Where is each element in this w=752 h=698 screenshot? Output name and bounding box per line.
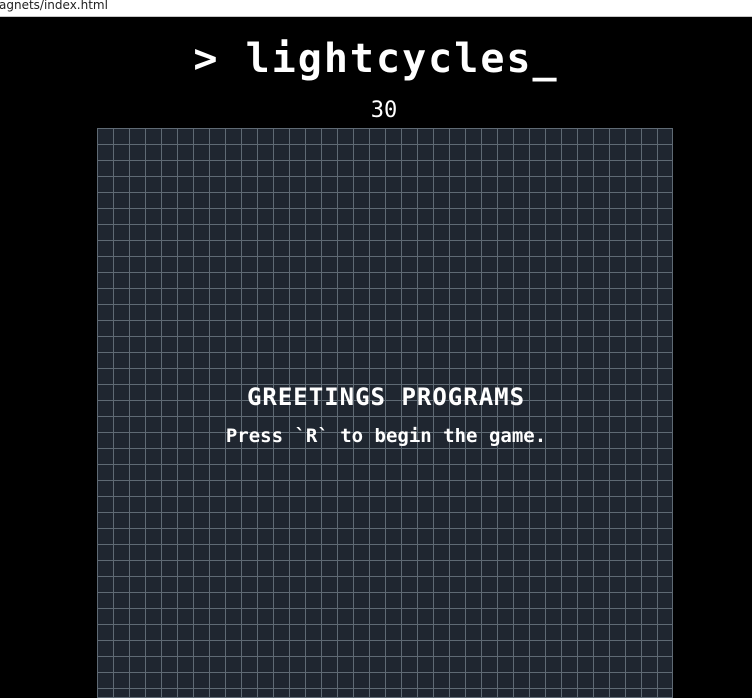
url-text[interactable]: agnets/index.html xyxy=(0,0,108,12)
score-counter: 30 xyxy=(370,98,398,123)
game-board-grid[interactable]: GREETINGS PROGRAMS Press `R` to begin th… xyxy=(97,128,673,698)
game-page: > lightcycles_ 30 GREETINGS PROGRAMS Pre… xyxy=(0,17,752,698)
game-title: > lightcycles_ xyxy=(193,36,559,82)
browser-url-bar[interactable]: agnets/index.html xyxy=(0,0,752,17)
start-instruction: Press `R` to begin the game. xyxy=(225,425,547,447)
greeting-message: GREETINGS PROGRAMS xyxy=(246,383,526,411)
